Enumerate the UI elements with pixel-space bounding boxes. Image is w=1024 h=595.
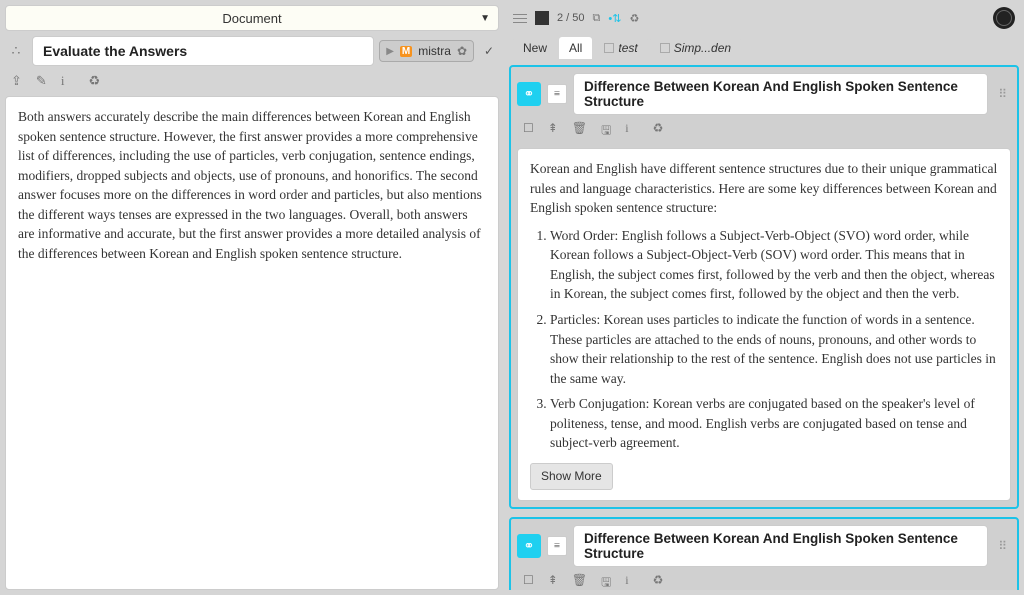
info-icon[interactable]: i (625, 573, 628, 590)
edit-icon[interactable]: ✎ (36, 73, 47, 89)
swap-icon[interactable]: •⇅ (608, 12, 621, 25)
eval-header-row: ∴ Evaluate the Answers ▶ M mistra ✿ ✓ (5, 36, 499, 66)
card-toolbar: ☐ ⇞ 🗑 🖫 i ♻ (517, 121, 1011, 142)
answer-card-1: ⚭ ≡ Difference Between Korean And Englis… (509, 65, 1019, 509)
grid-view-icon[interactable] (535, 11, 549, 25)
right-pane: 2 / 50 ⧉ •⇅ ♻ New All test Simp...den ⚭ … (504, 0, 1024, 595)
tab-simp[interactable]: Simp...den (650, 37, 741, 59)
checkbox-icon[interactable]: ☐ (523, 573, 534, 590)
chevron-down-icon: ▼ (480, 13, 490, 24)
cards-container: ⚭ ≡ Difference Between Korean And Englis… (509, 65, 1019, 590)
list-item: Particles: Korean uses particles to indi… (550, 310, 998, 388)
tab-close-icon[interactable] (604, 43, 614, 53)
document-label: Document (222, 11, 281, 26)
card-title[interactable]: Difference Between Korean And English Sp… (573, 525, 988, 567)
grip-icon[interactable]: ⠿ (994, 539, 1011, 554)
doc-icon[interactable]: ≡ (547, 84, 567, 104)
recycle-icon[interactable]: ♻ (653, 121, 664, 142)
save-icon[interactable]: 🖫 (601, 573, 611, 590)
grip-icon[interactable]: ⠿ (994, 87, 1011, 102)
tab-close-icon[interactable] (660, 43, 670, 53)
save-icon[interactable]: 🖫 (601, 121, 611, 142)
card-header: ⚭ ≡ Difference Between Korean And Englis… (517, 73, 1011, 115)
trash-icon[interactable]: 🗑 (572, 573, 587, 590)
card-title[interactable]: Difference Between Korean And English Sp… (573, 73, 988, 115)
right-toolbar: 2 / 50 ⧉ •⇅ ♻ (509, 5, 1019, 31)
card-toolbar: ☐ ⇞ 🗑 🖫 i ♻ (517, 573, 1011, 590)
eval-body: Both answers accurately describe the mai… (5, 96, 499, 590)
doc-icon[interactable]: ≡ (547, 536, 567, 556)
recycle-icon[interactable]: ♻ (653, 573, 664, 590)
profile-circle[interactable] (993, 7, 1015, 29)
up-icon[interactable]: ⇞ (548, 573, 558, 590)
up-icon[interactable]: ⇞ (548, 121, 558, 142)
trash-icon[interactable]: 🗑 (572, 121, 587, 142)
answer-card-2: ⚭ ≡ Difference Between Korean And Englis… (509, 517, 1019, 590)
model-name: mistra (418, 44, 451, 58)
document-selector[interactable]: Document ▼ (5, 5, 499, 31)
list-item: Word Order: English follows a Subject-Ve… (550, 226, 998, 304)
sparkle-icon: ∴ (5, 43, 27, 60)
tab-all[interactable]: All (559, 37, 592, 59)
play-icon: ▶ (386, 46, 394, 57)
checkbox-icon[interactable]: ☐ (523, 121, 534, 142)
gear-icon: ✿ (457, 44, 467, 58)
card-intro: Korean and English have different senten… (530, 159, 998, 218)
info-icon[interactable]: i (625, 121, 628, 142)
model-selector[interactable]: ▶ M mistra ✿ (379, 40, 474, 62)
left-pane: Document ▼ ∴ Evaluate the Answers ▶ M mi… (0, 0, 504, 595)
link-icon[interactable]: ⚭ (517, 82, 541, 106)
copy-icon[interactable]: ⧉ (593, 12, 601, 25)
tabs-row: New All test Simp...den (509, 35, 1019, 61)
tab-test[interactable]: test (594, 37, 647, 59)
check-icon[interactable]: ✓ (479, 44, 499, 59)
list-view-icon[interactable] (513, 11, 527, 25)
link-icon[interactable]: ⚭ (517, 534, 541, 558)
list-item: Verb Conjugation: Korean verbs are conju… (550, 394, 998, 453)
eval-title-input[interactable]: Evaluate the Answers (32, 36, 374, 66)
show-more-button[interactable]: Show More (530, 463, 613, 490)
model-brand-icon: M (400, 46, 412, 57)
recycle-icon[interactable]: ♻ (629, 12, 639, 25)
recycle-icon[interactable]: ♻ (88, 73, 100, 89)
upload-icon[interactable]: ⇪ (11, 73, 22, 89)
tab-new[interactable]: New (513, 37, 557, 59)
card-body: Korean and English have different senten… (517, 148, 1011, 501)
card-header: ⚭ ≡ Difference Between Korean And Englis… (517, 525, 1011, 567)
info-icon[interactable]: i (61, 73, 65, 89)
pager-text: 2 / 50 (557, 12, 585, 24)
left-toolbar: ⇪ ✎ i ♻ (5, 71, 499, 91)
